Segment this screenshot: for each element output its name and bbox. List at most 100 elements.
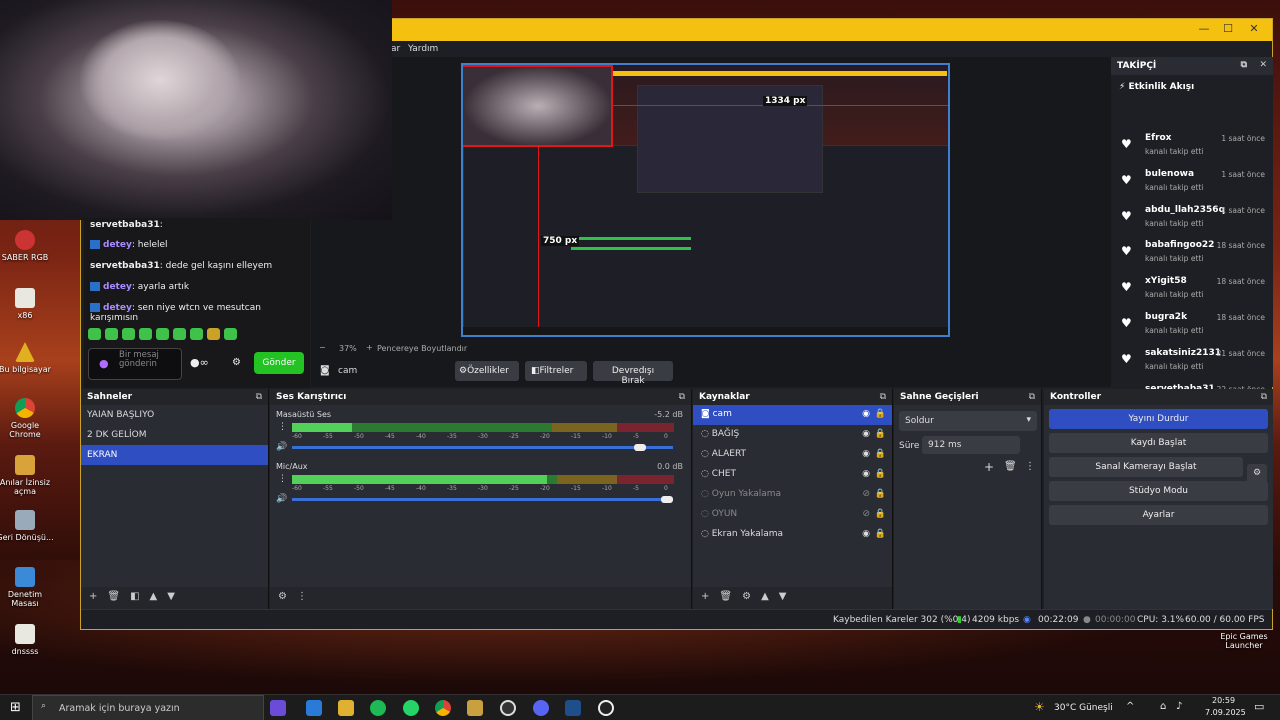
desktop-icon-recycle-bin[interactable]: Geri Dönüşü...	[0, 510, 55, 542]
add-icon[interactable]: +	[89, 591, 97, 602]
chrome-icon[interactable]	[435, 700, 451, 716]
close-icon[interactable]: ✕	[1242, 22, 1266, 35]
scene-item[interactable]: 2 DK GELİOM	[81, 425, 268, 445]
chat-input[interactable]: ● Bir mesaj gönderin	[88, 348, 182, 380]
speaker-icon[interactable]: 🔊	[276, 442, 287, 452]
chevron-down-icon[interactable]: ▼	[167, 591, 175, 602]
microphone-icon[interactable]: ●	[99, 357, 109, 370]
eye-off-icon[interactable]: ⊘	[862, 509, 870, 519]
zoom-in-icon[interactable]: +	[366, 343, 373, 352]
duration-input[interactable]: 912 ms	[922, 436, 1020, 454]
eye-icon[interactable]: ◉	[862, 449, 870, 459]
network-icon[interactable]: ⌂	[1160, 701, 1166, 712]
discord-icon[interactable]	[533, 700, 549, 716]
desktop-icon-x86[interactable]: x86	[0, 288, 55, 320]
eye-icon[interactable]: ◉	[862, 409, 870, 419]
preview-canvas[interactable]: 1334 px 750 px	[461, 63, 950, 337]
transition-select[interactable]: Soldur ▾	[899, 411, 1037, 431]
dock-icon[interactable]: ⧉	[1029, 392, 1035, 402]
chat-username[interactable]: detey	[103, 282, 132, 292]
settings-button[interactable]: Ayarlar	[1049, 505, 1268, 525]
filter-icon[interactable]: ◧	[130, 591, 139, 602]
trash-icon[interactable]: 🗑	[1004, 461, 1017, 472]
source-item[interactable]: ◌ OYUN ⊘ 🔒	[693, 505, 892, 525]
source-item[interactable]: ◌ CHET ◉ 🔒	[693, 465, 892, 485]
desktop-icon-dnssss[interactable]: dnssss	[0, 624, 55, 656]
desktop-icon-saber-rgb[interactable]: SABER RGB	[0, 230, 55, 262]
dock-icon[interactable]: ⧉	[1261, 392, 1267, 402]
whatsapp-icon[interactable]	[403, 700, 419, 716]
volume-slider[interactable]	[292, 446, 673, 449]
scene-item[interactable]: YAIAN BAŞLIYO	[81, 405, 268, 425]
eye-icon[interactable]: ◉	[862, 429, 870, 439]
lock-icon[interactable]: 🔒	[875, 429, 886, 439]
obs-icon[interactable]	[500, 700, 516, 716]
eye-off-icon[interactable]: ⊘	[862, 489, 870, 499]
advanced-audio-icon[interactable]: ⚙	[278, 591, 287, 602]
clock-time[interactable]: 20:59	[1212, 696, 1235, 705]
chevron-up-icon[interactable]: ▲	[150, 591, 158, 602]
source-item[interactable]: ◌ Oyun Yakalama ⊘ 🔒	[693, 485, 892, 505]
bits-icon[interactable]: ●∞	[190, 356, 209, 369]
lock-icon[interactable]: 🔒	[875, 449, 886, 459]
volume-slider-knob[interactable]	[661, 496, 673, 503]
gear-icon[interactable]: ⚙	[232, 357, 241, 368]
weather-text[interactable]: 30°C Güneşli	[1054, 703, 1113, 713]
zoom-out-icon[interactable]: −	[319, 343, 326, 352]
lock-icon[interactable]: 🔒	[875, 469, 886, 479]
app-icon[interactable]	[467, 700, 483, 716]
virtual-camera-settings-icon[interactable]: ⚙	[1247, 464, 1267, 484]
trash-icon[interactable]: 🗑	[719, 591, 732, 602]
volume-icon[interactable]: ♪	[1176, 701, 1182, 712]
copilot-icon[interactable]	[270, 700, 286, 716]
stop-stream-button[interactable]: Yayını Durdur	[1049, 409, 1268, 429]
chat-username[interactable]: servetbaba31	[90, 261, 160, 271]
chevron-down-icon[interactable]: ▼	[779, 591, 787, 602]
maximize-icon[interactable]: ☐	[1216, 22, 1240, 35]
dock-icon[interactable]: ⧉	[256, 392, 262, 402]
virtual-camera-button[interactable]: Sanal Kamerayı Başlat	[1049, 457, 1243, 477]
taskbar-search[interactable]: ⌕ Aramak için buraya yazın	[32, 695, 264, 720]
speaker-icon[interactable]: 🔊	[276, 494, 287, 504]
lock-icon[interactable]: 🔒	[875, 509, 886, 519]
start-recording-button[interactable]: Kaydı Başlat	[1049, 433, 1268, 453]
trash-icon[interactable]: 🗑	[107, 591, 120, 602]
menu-item-truncated[interactable]: ar	[391, 44, 400, 54]
minimize-icon[interactable]: —	[1192, 22, 1216, 35]
clock-date[interactable]: 7.09.2025	[1205, 708, 1246, 717]
eye-icon[interactable]: ◉	[862, 529, 870, 539]
source-item[interactable]: ◌ BAĞIŞ ◉ 🔒	[693, 425, 892, 445]
source-item[interactable]: ◌ ALAERT ◉ 🔒	[693, 445, 892, 465]
app-icon[interactable]	[598, 700, 614, 716]
channel-menu-icon[interactable]: ⋮	[278, 474, 287, 484]
app-icon[interactable]	[565, 700, 581, 716]
chat-username[interactable]: servetbaba31	[90, 220, 160, 230]
scene-item-selected[interactable]: EKRAN	[81, 445, 268, 465]
lock-icon[interactable]: 🔒	[875, 409, 886, 419]
lock-icon[interactable]: 🔒	[875, 489, 886, 499]
studio-mode-button[interactable]: Stüdyo Modu	[1049, 481, 1268, 501]
properties-button[interactable]: ⚙Özellikler	[455, 361, 519, 381]
add-icon[interactable]: +	[984, 460, 994, 474]
gear-icon[interactable]: ⚙	[742, 591, 751, 602]
chevron-up-icon[interactable]: ^	[1126, 701, 1134, 712]
windows-start-icon[interactable]: ⊞	[10, 700, 21, 715]
menu-icon[interactable]: ⋮	[1025, 461, 1035, 472]
close-icon[interactable]: ✕	[1259, 60, 1267, 70]
folder-icon[interactable]	[338, 700, 354, 716]
filters-button[interactable]: ◧Filtreler	[525, 361, 587, 381]
volume-slider-knob[interactable]	[634, 444, 647, 451]
spotify-icon[interactable]	[370, 700, 386, 716]
desktop-icon-epic-games[interactable]: Epic Games Launcher	[1212, 632, 1276, 650]
eye-icon[interactable]: ◉	[862, 469, 870, 479]
volume-slider[interactable]	[292, 498, 673, 501]
dock-icon[interactable]: ⧉	[1241, 60, 1247, 70]
deactivate-button[interactable]: Devredışı Bırak	[593, 361, 673, 386]
desktop-icon-control-panel[interactable]: Denetim Masası	[0, 567, 55, 608]
notification-icon[interactable]: ▭	[1254, 700, 1264, 713]
send-button[interactable]: Gönder	[254, 352, 304, 374]
dock-icon[interactable]: ⧉	[679, 392, 685, 402]
scale-mode[interactable]: Pencereye Boyutlandır	[377, 344, 467, 353]
lock-icon[interactable]: 🔒	[875, 529, 886, 539]
channel-menu-icon[interactable]: ⋮	[278, 422, 287, 432]
